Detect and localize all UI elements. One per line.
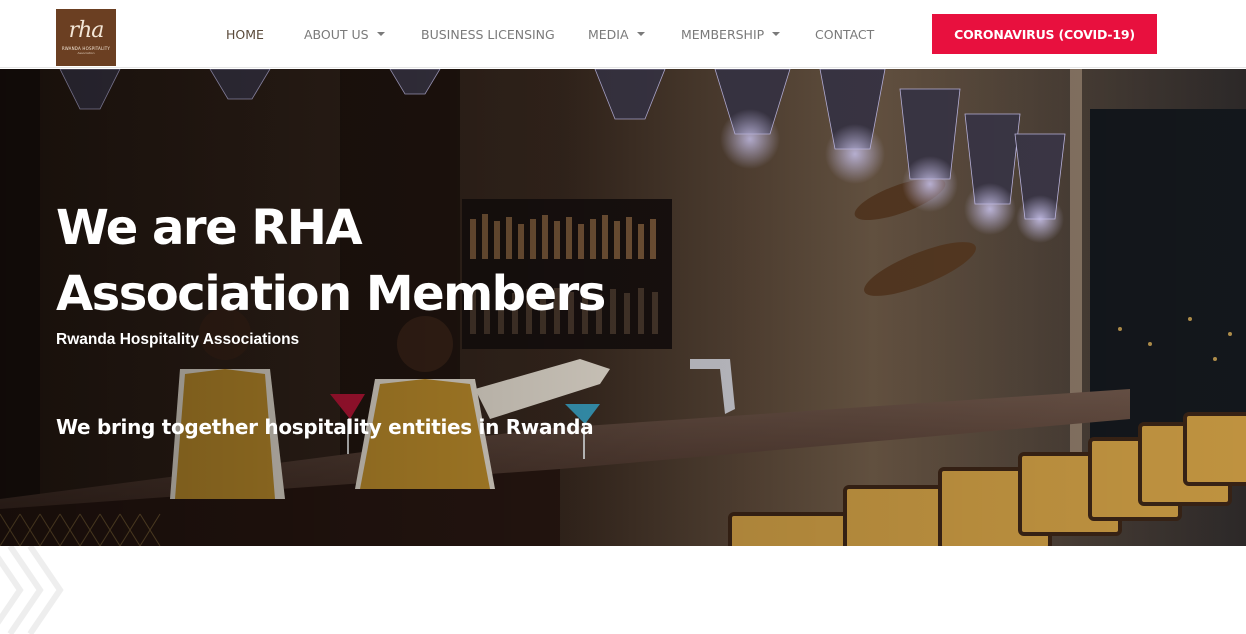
nav-item-label: HOME xyxy=(226,26,264,42)
chevron-down-icon xyxy=(636,32,645,36)
nav-item-home[interactable]: HOME xyxy=(226,26,264,42)
nav-item-label: BUSINESS LICENSING xyxy=(421,26,555,42)
hero-tagline: We bring together hospitality entities i… xyxy=(56,415,594,439)
nav-item-about-us[interactable]: ABOUT US xyxy=(304,26,385,42)
nav-item-membership[interactable]: MEMBERSHIP xyxy=(681,26,781,42)
nav-item-label: CONTACT xyxy=(815,26,875,42)
hero-banner: We are RHA Association Members Rwanda Ho… xyxy=(0,69,1246,546)
chevron-down-icon xyxy=(376,32,385,36)
covid-button[interactable]: CORONAVIRUS (COVID-19) xyxy=(932,14,1157,54)
nav-item-label: MEDIA xyxy=(588,26,629,42)
nav-item-business-licensing[interactable]: BUSINESS LICENSING xyxy=(421,26,555,42)
site-header: rha Rwanda Hospitality Association HOME … xyxy=(0,0,1246,68)
hero-title-line-1: We are RHA xyxy=(56,200,363,256)
chevron-down-icon xyxy=(772,32,781,36)
nav-item-label: ABOUT US xyxy=(304,26,369,42)
nav-item-contact[interactable]: CONTACT xyxy=(815,26,874,42)
hero-subtitle: Rwanda Hospitality Associations xyxy=(56,331,300,348)
nav-item-label: MEMBERSHIP xyxy=(681,26,765,42)
hero-title: We are RHA Association Members xyxy=(56,195,616,327)
hero-title-line-2: Association Members xyxy=(56,266,606,322)
nav-item-media[interactable]: MEDIA xyxy=(588,26,645,42)
decorative-pattern xyxy=(0,546,64,634)
